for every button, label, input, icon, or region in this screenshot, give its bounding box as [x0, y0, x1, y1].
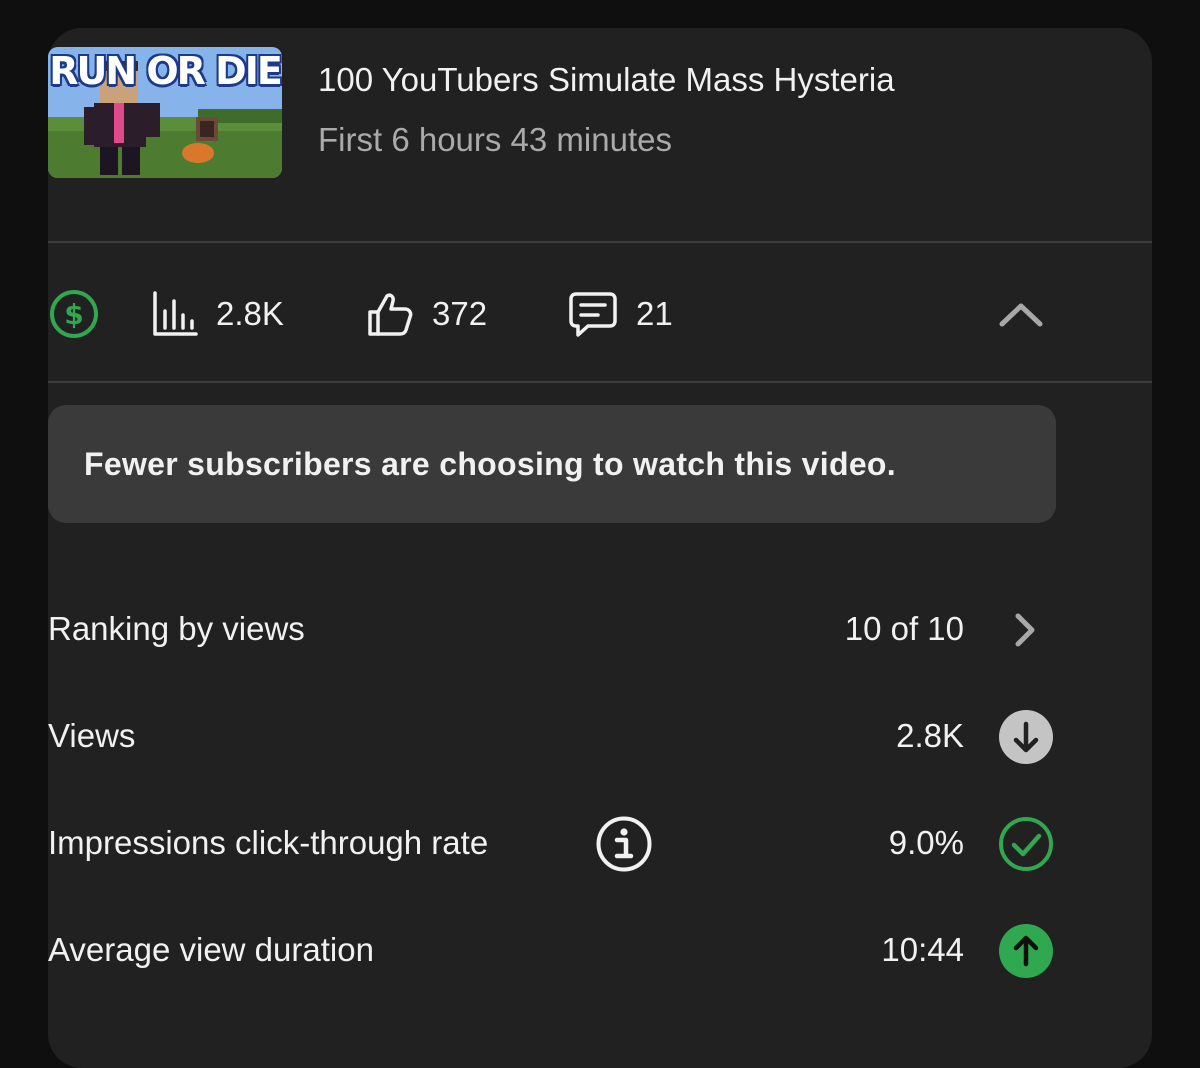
metric-row-views[interactable]: Views 2.8K	[48, 705, 1056, 769]
insight-notice: Fewer subscribers are choosing to watch …	[48, 405, 1056, 523]
info-icon[interactable]	[595, 815, 653, 873]
likes-stat[interactable]: 372	[366, 288, 487, 340]
divider-top	[48, 241, 1152, 243]
metric-label: Impressions click-through rate	[48, 824, 489, 861]
monetization-status[interactable]: $	[48, 288, 100, 340]
arrow-down-circle-icon	[999, 710, 1053, 764]
check-circle-icon	[999, 817, 1053, 871]
arrow-up-circle-icon	[999, 924, 1053, 978]
collapse-button[interactable]	[998, 288, 1044, 340]
bar-chart-icon	[153, 291, 198, 336]
thumbs-up-icon	[368, 293, 413, 336]
metric-value: 9.0%	[888, 824, 964, 861]
views-count: 2.8K	[216, 295, 284, 332]
metric-value: 10 of 10	[844, 610, 964, 647]
comments-count: 21	[636, 295, 673, 332]
divider-bottom	[48, 381, 1152, 383]
likes-count: 372	[432, 295, 488, 332]
video-analytics-card	[48, 28, 1152, 1068]
metric-value: 2.8K	[896, 717, 964, 754]
thumbnail-title-text: RUN OR DIE	[49, 49, 282, 93]
metric-row-ctr[interactable]: Impressions click-through rate 9.0%	[48, 812, 1056, 876]
video-header[interactable]: RUN OR DIE 100 YouTubers Simulate Mass H…	[48, 47, 1152, 179]
insight-notice-text: Fewer subscribers are choosing to watch …	[84, 445, 896, 482]
metric-row-ranking[interactable]: Ranking by views 10 of 10	[48, 598, 1056, 662]
video-thumbnail[interactable]: RUN OR DIE	[48, 47, 282, 178]
comments-stat[interactable]: 21	[568, 288, 673, 340]
svg-text:$: $	[64, 298, 83, 331]
metric-label: Average view duration	[48, 931, 374, 968]
metric-label: Ranking by views	[48, 610, 305, 647]
dollar-circle-icon: $	[50, 290, 98, 338]
video-timeframe: First 6 hours 43 minutes	[318, 121, 672, 158]
chevron-right-icon[interactable]	[998, 602, 1054, 658]
video-title[interactable]: 100 YouTubers Simulate Mass Hysteria	[318, 61, 895, 99]
stats-bar: $ 2.8K 372 21	[48, 244, 1152, 382]
metric-label: Views	[48, 717, 136, 754]
metric-value: 10:44	[881, 931, 964, 968]
comment-icon	[569, 292, 617, 337]
views-stat[interactable]: 2.8K	[152, 288, 284, 340]
chevron-up-icon	[999, 303, 1043, 327]
metric-row-avg-duration[interactable]: Average view duration 10:44	[48, 919, 1056, 983]
